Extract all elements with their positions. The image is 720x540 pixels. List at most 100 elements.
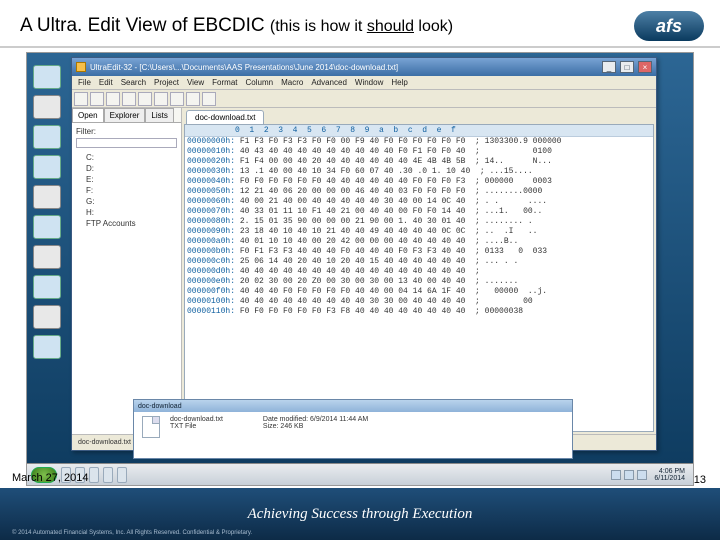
hex-line: 00000030h: 13 .1 40 00 40 10 34 F0 60 07… xyxy=(185,167,653,177)
toolbar-button[interactable] xyxy=(186,92,200,106)
hex-line: 00000020h: F1 F4 00 00 40 20 40 40 40 40… xyxy=(185,157,653,167)
menu-item[interactable]: Macro xyxy=(281,78,303,87)
title-underlined: should xyxy=(367,18,414,35)
file-size: Size: 246 KB xyxy=(263,423,368,430)
toolbar-button[interactable] xyxy=(138,92,152,106)
menu-item[interactable]: Search xyxy=(121,78,146,87)
desktop-icon[interactable] xyxy=(33,125,61,149)
hex-header: 0 1 2 3 4 5 6 7 8 9 a b c d e f xyxy=(185,125,653,137)
tree-item[interactable]: FTP Accounts xyxy=(76,218,177,229)
file-tab[interactable]: doc-download.txt xyxy=(186,110,264,124)
menu-item[interactable]: Project xyxy=(154,78,179,87)
desktop-icon[interactable] xyxy=(33,215,61,239)
toolbar-button[interactable] xyxy=(154,92,168,106)
hex-line: 00000000h: F1 F3 F0 F3 F3 F0 F0 00 F9 40… xyxy=(185,137,653,147)
app-icon xyxy=(76,62,86,72)
toolbar-button[interactable] xyxy=(74,92,88,106)
hex-line: 00000040h: F0 F0 F0 F0 F0 F0 40 40 40 40… xyxy=(185,177,653,187)
hex-line: 00000060h: 40 00 21 40 00 40 40 40 40 40… xyxy=(185,197,653,207)
file-name: doc-download.txt xyxy=(170,416,223,423)
ultraedit-window: UltraEdit-32 - [C:\Users\...\Documents\A… xyxy=(71,57,657,451)
tree-item[interactable]: D: xyxy=(76,163,177,174)
hex-line: 00000080h: 2. 15 01 35 90 00 00 00 21 90… xyxy=(185,217,653,227)
status-seg: doc-download.txt xyxy=(78,439,131,446)
footer-date: March 27, 2014 xyxy=(12,472,88,484)
side-panel: Open Explorer Lists Filter: C: D: E: F: … xyxy=(72,108,182,434)
hex-line: 00000070h: 40 33 01 11 10 F1 40 21 00 40… xyxy=(185,207,653,217)
hex-view[interactable]: 0 1 2 3 4 5 6 7 8 9 a b c d e f 00000000… xyxy=(184,124,654,432)
desktop-icon[interactable] xyxy=(33,155,61,179)
desktop-icons xyxy=(33,59,73,365)
file-modified: Date modified: 6/9/2014 11:44 AM xyxy=(263,416,368,423)
file-type: TXT File xyxy=(170,423,223,430)
hex-line: 000000c0h: 25 06 14 40 20 40 10 20 40 15… xyxy=(185,257,653,267)
desktop-icon[interactable] xyxy=(33,275,61,299)
toolbar-button[interactable] xyxy=(122,92,136,106)
desktop-icon[interactable] xyxy=(33,185,61,209)
toolbar-button[interactable] xyxy=(170,92,184,106)
tree-item[interactable]: C: xyxy=(76,152,177,163)
hex-line: 00000100h: 40 40 40 40 40 40 40 40 40 30… xyxy=(185,297,653,307)
explorer-window: doc-download doc-download.txt TXT File D… xyxy=(133,399,573,459)
window-titlebar[interactable]: UltraEdit-32 - [C:\Users\...\Documents\A… xyxy=(72,58,656,76)
tray-icon[interactable] xyxy=(624,470,634,480)
menu-item[interactable]: Advanced xyxy=(311,78,347,87)
desktop-icon[interactable] xyxy=(33,305,61,329)
menu-item[interactable]: Column xyxy=(246,78,274,87)
toolbar-button[interactable] xyxy=(90,92,104,106)
tray-icon[interactable] xyxy=(637,470,647,480)
menu-item[interactable]: Edit xyxy=(99,78,113,87)
tree-item[interactable]: F: xyxy=(76,185,177,196)
panel-tab-lists[interactable]: Lists xyxy=(145,108,173,122)
filter-label: Filter: xyxy=(76,127,177,136)
hex-line: 000000b0h: F0 F1 F3 F3 40 40 40 F0 40 40… xyxy=(185,247,653,257)
slide-title: A Ultra. Edit View of EBCDIC (this is ho… xyxy=(20,15,453,37)
page-number: 13 xyxy=(694,474,706,486)
system-tray: 4:06 PM 6/11/2014 xyxy=(611,468,689,482)
hex-line: 00000010h: 40 43 40 40 40 40 40 40 40 40… xyxy=(185,147,653,157)
desktop-icon[interactable] xyxy=(33,65,61,89)
menu-item[interactable]: Format xyxy=(212,78,237,87)
hex-line: 00000090h: 23 18 40 10 40 10 21 40 40 49… xyxy=(185,227,653,237)
file-icon[interactable] xyxy=(142,416,160,438)
desktop-icon[interactable] xyxy=(33,245,61,269)
hex-line: 000000e0h: 20 02 30 00 20 Z0 00 30 00 30… xyxy=(185,277,653,287)
title-paren-pre: (this is how it xyxy=(270,18,367,35)
hex-line: 000000d0h: 40 40 40 40 40 40 40 40 40 40… xyxy=(185,267,653,277)
menu-item[interactable]: Window xyxy=(355,78,383,87)
close-button[interactable]: × xyxy=(638,61,652,73)
tree-item[interactable]: E: xyxy=(76,174,177,185)
footer-copyright: © 2014 Automated Financial Systems, Inc.… xyxy=(12,530,252,536)
tray-icon[interactable] xyxy=(611,470,621,480)
explorer-title[interactable]: doc-download xyxy=(134,400,572,412)
hex-line: 000000f0h: 40 40 40 F0 F0 F0 F0 F0 40 40… xyxy=(185,287,653,297)
editor-area: doc-download.txt 0 1 2 3 4 5 6 7 8 9 a b… xyxy=(182,108,656,434)
toolbar-button[interactable] xyxy=(106,92,120,106)
filter-input[interactable] xyxy=(76,138,177,148)
screenshot-area: UltraEdit-32 - [C:\Users\...\Documents\A… xyxy=(26,52,694,486)
taskbar-button[interactable] xyxy=(89,467,99,483)
desktop-icon[interactable] xyxy=(33,95,61,119)
toolbar-button[interactable] xyxy=(202,92,216,106)
footer-tagline: Achieving Success through Execution xyxy=(0,506,720,523)
toolbar xyxy=(72,90,656,108)
tree-item[interactable]: G: xyxy=(76,196,177,207)
desktop-icon[interactable] xyxy=(33,335,61,359)
maximize-button[interactable]: □ xyxy=(620,61,634,73)
menu-item[interactable]: File xyxy=(78,78,91,87)
menu-item[interactable]: Help xyxy=(391,78,407,87)
title-main: A Ultra. Edit View of EBCDIC xyxy=(20,15,270,36)
panel-tab-open[interactable]: Open xyxy=(72,108,104,122)
clock-date: 6/11/2014 xyxy=(654,475,685,482)
taskbar: 4:06 PM 6/11/2014 xyxy=(27,463,693,485)
hex-line: 00000110h: F0 F0 F0 F0 F0 F0 F3 F8 40 40… xyxy=(185,307,653,317)
minimize-button[interactable]: _ xyxy=(602,61,616,73)
tree-item[interactable]: H: xyxy=(76,207,177,218)
clock[interactable]: 4:06 PM 6/11/2014 xyxy=(650,468,689,482)
afs-logo: afs xyxy=(634,11,704,41)
taskbar-button[interactable] xyxy=(103,467,113,483)
clock-time: 4:06 PM xyxy=(654,468,685,475)
taskbar-button[interactable] xyxy=(117,467,127,483)
menu-item[interactable]: View xyxy=(187,78,204,87)
panel-tab-explorer[interactable]: Explorer xyxy=(104,108,146,122)
